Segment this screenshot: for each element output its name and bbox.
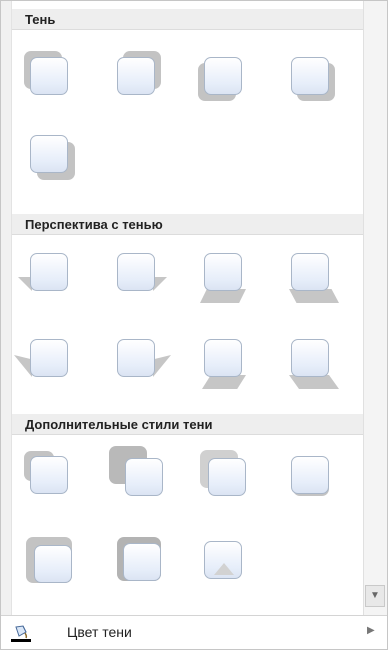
shadow-effects-gallery: Тень Перспектива с тенью Дополнительные … bbox=[0, 0, 388, 650]
perspective-shadow-upper-right[interactable] bbox=[107, 331, 171, 383]
shadow-preset-top-right[interactable] bbox=[107, 49, 161, 101]
perspective-shadow-below-left-2[interactable] bbox=[194, 331, 246, 389]
perspective-shadow-below-right-2[interactable] bbox=[281, 331, 339, 389]
chevron-right-icon: ▶ bbox=[367, 625, 375, 636]
perspective-shadow-below-left[interactable] bbox=[194, 245, 246, 303]
perspective-shadow-upper-left[interactable] bbox=[14, 331, 72, 383]
section-header-additional: Дополнительные стили тени bbox=[12, 414, 363, 435]
additional-shadow-3[interactable] bbox=[194, 448, 246, 500]
left-gutter bbox=[1, 1, 12, 615]
additional-shadow-7[interactable] bbox=[194, 533, 246, 585]
vertical-scrollbar[interactable] bbox=[363, 1, 387, 615]
perspective-shadow-left[interactable] bbox=[18, 245, 72, 297]
additional-shadow-1[interactable] bbox=[20, 448, 72, 500]
additional-shadow-2[interactable] bbox=[107, 446, 163, 498]
additional-shadow-4[interactable] bbox=[281, 448, 333, 500]
shadow-color-menu-item[interactable]: Цвет тени ▶ bbox=[1, 615, 387, 649]
additional-shadow-6[interactable] bbox=[107, 533, 161, 585]
shadow-color-label: Цвет тени bbox=[67, 624, 132, 640]
section-header-perspective: Перспектива с тенью bbox=[12, 214, 363, 235]
shadow-preset-bottom-right-large[interactable] bbox=[20, 127, 75, 180]
perspective-shadow-below-right[interactable] bbox=[281, 245, 339, 303]
additional-shadow-5[interactable] bbox=[20, 533, 72, 585]
shadow-preset-bottom-right[interactable] bbox=[281, 49, 335, 101]
paint-bucket-icon bbox=[11, 623, 31, 643]
shadow-preset-bottom-left[interactable] bbox=[194, 49, 246, 101]
scroll-down-button[interactable]: ▼ bbox=[365, 585, 385, 607]
perspective-shadow-right[interactable] bbox=[107, 245, 167, 297]
shadow-preset-top-left[interactable] bbox=[20, 49, 72, 101]
section-header-shadow: Тень bbox=[12, 9, 363, 30]
